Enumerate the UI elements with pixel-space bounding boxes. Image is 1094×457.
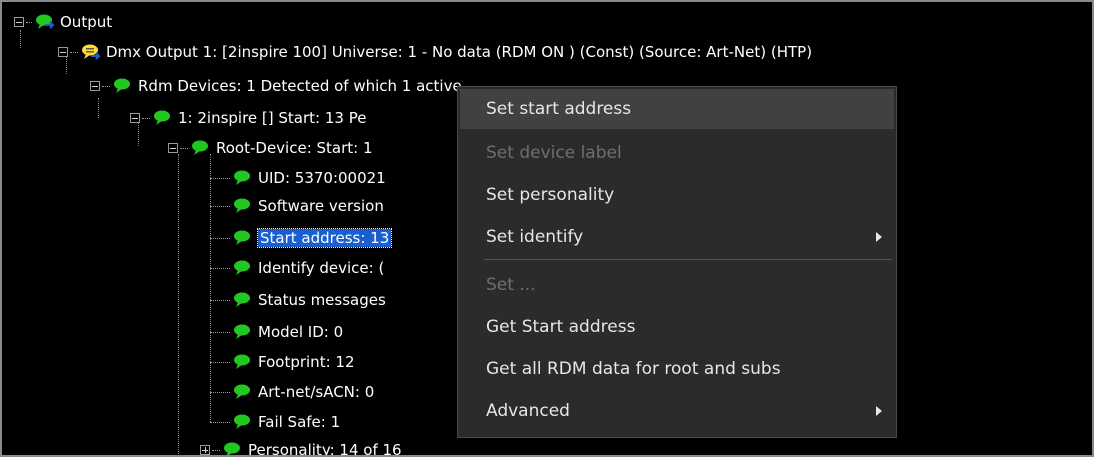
tree-label: 1: 2inspire [] Start: 13 Pe bbox=[178, 109, 367, 127]
collapse-icon[interactable] bbox=[58, 47, 68, 57]
tree-item-output[interactable]: Output bbox=[14, 10, 112, 34]
tree-item-status-messages[interactable]: Status messages bbox=[210, 288, 386, 312]
menu-item-set-identify[interactable]: Set identify bbox=[460, 217, 894, 257]
tree-item-personality[interactable]: Personality: 14 of 16 bbox=[200, 438, 402, 457]
green-bubble-icon bbox=[222, 442, 242, 455]
green-bubble-icon bbox=[232, 198, 252, 214]
menu-item-label: Set start address bbox=[486, 99, 632, 119]
green-bubble-icon bbox=[232, 384, 252, 400]
tree-item-root-device[interactable]: Root-Device: Start: 1 bbox=[168, 136, 373, 160]
menu-item-set-personality[interactable]: Set personality bbox=[460, 175, 894, 215]
collapse-icon[interactable] bbox=[14, 17, 24, 27]
tree-item-rdm-devices[interactable]: Rdm Devices: 1 Detected of which 1 activ… bbox=[90, 74, 462, 98]
green-bubble-icon bbox=[232, 260, 252, 276]
tree-label: Identify device: ( bbox=[258, 259, 385, 277]
tree-label: UID: 5370:00021 bbox=[258, 169, 386, 187]
tree-item-artnet-sacn[interactable]: Art-net/sACN: 0 bbox=[210, 380, 374, 404]
green-bubble-icon bbox=[232, 414, 252, 430]
green-bubble-icon bbox=[232, 170, 252, 186]
tree-label: Root-Device: Start: 1 bbox=[216, 139, 373, 157]
menu-separator bbox=[484, 259, 892, 260]
menu-item-set-device-label: Set device label bbox=[460, 133, 894, 173]
green-bubble-icon bbox=[34, 14, 54, 30]
tree-label: Rdm Devices: 1 Detected of which 1 activ… bbox=[138, 77, 462, 95]
tree-label: Software version bbox=[258, 197, 384, 215]
menu-item-advanced[interactable]: Advanced bbox=[460, 391, 894, 431]
collapse-icon[interactable] bbox=[90, 81, 100, 91]
tree-connector bbox=[98, 98, 99, 118]
tree-item-dmx-output[interactable]: Dmx Output 1: [2inspire 100] Universe: 1… bbox=[58, 40, 812, 64]
collapse-icon[interactable] bbox=[168, 143, 178, 153]
tree-label: Status messages bbox=[258, 291, 386, 309]
yellow-bubble-icon bbox=[80, 44, 100, 60]
tree-label: Art-net/sACN: 0 bbox=[258, 383, 375, 401]
submenu-arrow-icon bbox=[876, 406, 882, 416]
collapse-icon[interactable] bbox=[130, 113, 140, 123]
tree-item-start-address[interactable]: Start address: 13 bbox=[210, 226, 393, 250]
tree-item-model-id[interactable]: Model ID: 0 bbox=[210, 320, 343, 344]
tree-label: Personality: 14 of 16 bbox=[248, 441, 402, 457]
tree-item-identify-device[interactable]: Identify device: ( bbox=[210, 256, 384, 280]
tree-label: Footprint: 12 bbox=[258, 353, 355, 371]
tree-connector bbox=[178, 154, 179, 454]
tree-label: Dmx Output 1: [2inspire 100] Universe: 1… bbox=[106, 43, 813, 61]
tree-item-fail-safe[interactable]: Fail Safe: 1 bbox=[210, 410, 340, 434]
tree-item-uid[interactable]: UID: 5370:00021 bbox=[210, 166, 386, 190]
tree-item-device[interactable]: 1: 2inspire [] Start: 13 Pe bbox=[130, 106, 366, 130]
tree-item-footprint[interactable]: Footprint: 12 bbox=[210, 350, 354, 374]
menu-item-label: Set ... bbox=[486, 275, 536, 295]
green-bubble-icon bbox=[152, 110, 172, 126]
green-bubble-icon bbox=[112, 78, 132, 94]
submenu-arrow-icon bbox=[876, 232, 882, 242]
menu-item-label: Get all RDM data for root and subs bbox=[486, 359, 781, 379]
menu-item-label: Advanced bbox=[486, 401, 570, 421]
menu-item-label: Set identify bbox=[486, 227, 584, 247]
expand-icon[interactable] bbox=[200, 445, 210, 455]
tree-label: Output bbox=[60, 13, 113, 31]
green-bubble-icon bbox=[232, 354, 252, 370]
tree-label: Fail Safe: 1 bbox=[258, 413, 341, 431]
menu-item-get-start-address[interactable]: Get Start address bbox=[460, 307, 894, 347]
menu-item-get-all-rdm[interactable]: Get all RDM data for root and subs bbox=[460, 349, 894, 389]
tree-label: Model ID: 0 bbox=[258, 323, 344, 341]
menu-item-set-start-address[interactable]: Set start address bbox=[460, 89, 894, 129]
green-bubble-icon bbox=[190, 140, 210, 156]
menu-item-label: Set device label bbox=[486, 143, 622, 163]
green-bubble-icon bbox=[232, 292, 252, 308]
menu-item-label: Get Start address bbox=[486, 317, 636, 337]
green-bubble-icon bbox=[232, 324, 252, 340]
green-bubble-icon bbox=[232, 230, 252, 246]
tree-item-software-version[interactable]: Software version bbox=[210, 194, 384, 218]
menu-item-set-more: Set ... bbox=[460, 265, 894, 305]
tree-view: Output Dmx Output 1: [2inspire 100] Univ… bbox=[0, 0, 1094, 457]
menu-item-label: Set personality bbox=[486, 185, 615, 205]
tree-label-selected: Start address: 13 bbox=[256, 228, 393, 248]
context-menu: Set start address Set device label Set p… bbox=[457, 86, 897, 438]
